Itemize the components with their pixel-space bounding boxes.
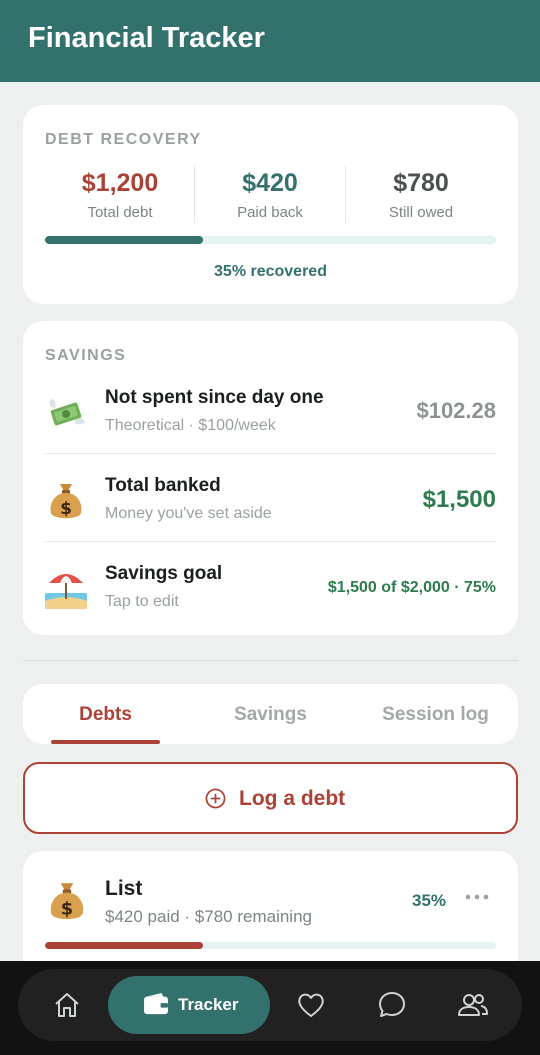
savings-row-subtitle: Money you've set aside [105, 505, 272, 522]
total-debt-stat: $1,200 Total debt [45, 169, 195, 221]
savings-row-not-spent: Not spent since day one Theoretical · $1… [45, 387, 496, 475]
nav-tracker-button[interactable]: Tracker [108, 976, 270, 1034]
app-title: Financial Tracker [28, 22, 265, 54]
tab-session-log[interactable]: Session log [353, 704, 518, 726]
paid-back-value: $420 [242, 169, 298, 197]
app-bar: Financial Tracker [0, 0, 540, 82]
debt-progress-fill [45, 236, 203, 244]
divider [45, 541, 496, 542]
savings-title: SAVINGS [45, 347, 127, 364]
recovered-percent: 35% recovered [214, 263, 327, 280]
chat-icon[interactable] [377, 990, 407, 1020]
savings-card: SAVINGS Not spent since day one Theoreti… [23, 321, 518, 635]
savings-row-goal[interactable]: Savings goal Tap to edit $1,500 of $2,00… [45, 563, 496, 651]
log-debt-button[interactable]: Log a debt [23, 762, 518, 834]
savings-row-total-banked: $ Total banked Money you've set aside $1… [45, 475, 496, 563]
money-with-wings-icon [49, 399, 85, 426]
savings-row-subtitle: Tap to edit [105, 593, 179, 610]
heart-icon[interactable] [296, 990, 326, 1020]
wallet-icon [144, 993, 168, 1015]
home-icon[interactable] [52, 990, 82, 1020]
still-owed-label: Still owed [388, 204, 454, 221]
savings-row-title: Total banked [105, 475, 221, 496]
debt-item-title: List [105, 877, 143, 900]
savings-row-amount: $102.28 [416, 398, 496, 423]
money-bag-icon: $ [50, 484, 82, 519]
paid-back-stat: $420 Paid back [195, 169, 345, 221]
people-icon[interactable] [457, 990, 489, 1020]
log-debt-label: Log a debt [239, 787, 346, 810]
total-debt-value: $1,200 [81, 169, 159, 197]
savings-goal-amount: $1,500 of $2,000 · 75% [327, 579, 496, 596]
debt-item-progress-fill [45, 942, 203, 949]
divider [23, 660, 518, 661]
savings-row-title: Savings goal [105, 563, 223, 584]
bottom-navigation: Tracker [0, 961, 540, 1055]
savings-row-amount: $1,500 [422, 486, 496, 513]
debt-item-subtitle: $420 paid · $780 remaining [105, 907, 312, 926]
active-tab-indicator [51, 740, 160, 744]
tab-debts[interactable]: Debts [23, 704, 188, 726]
still-owed-stat: $780 Still owed [346, 169, 496, 221]
nav-tracker-label: Tracker [178, 995, 239, 1014]
divider [45, 453, 496, 454]
nav-bar [18, 969, 522, 1041]
beach-umbrella-icon [45, 574, 87, 609]
paid-back-label: Paid back [237, 204, 303, 221]
plus-circle-icon [205, 788, 226, 809]
debt-item-progress-bar [45, 942, 496, 949]
tab-savings[interactable]: Savings [188, 704, 353, 726]
tab-bar: Debts Savings Session log [23, 684, 518, 744]
debt-recovery-title: DEBT RECOVERY [45, 131, 202, 148]
debt-item-percent: 35% [412, 891, 447, 910]
debt-progress-bar [45, 236, 496, 244]
svg-text:$: $ [61, 899, 73, 920]
savings-row-subtitle: Theoretical · $100/week [105, 417, 276, 434]
total-debt-label: Total debt [87, 204, 153, 221]
more-options-icon[interactable] [463, 887, 491, 907]
money-bag-icon: $ [50, 883, 84, 920]
savings-row-title: Not spent since day one [105, 387, 324, 408]
still-owed-value: $780 [393, 169, 449, 197]
debt-recovery-card: DEBT RECOVERY $1,200 Total debt $420 Pai… [23, 105, 518, 304]
svg-text:$: $ [60, 499, 72, 519]
